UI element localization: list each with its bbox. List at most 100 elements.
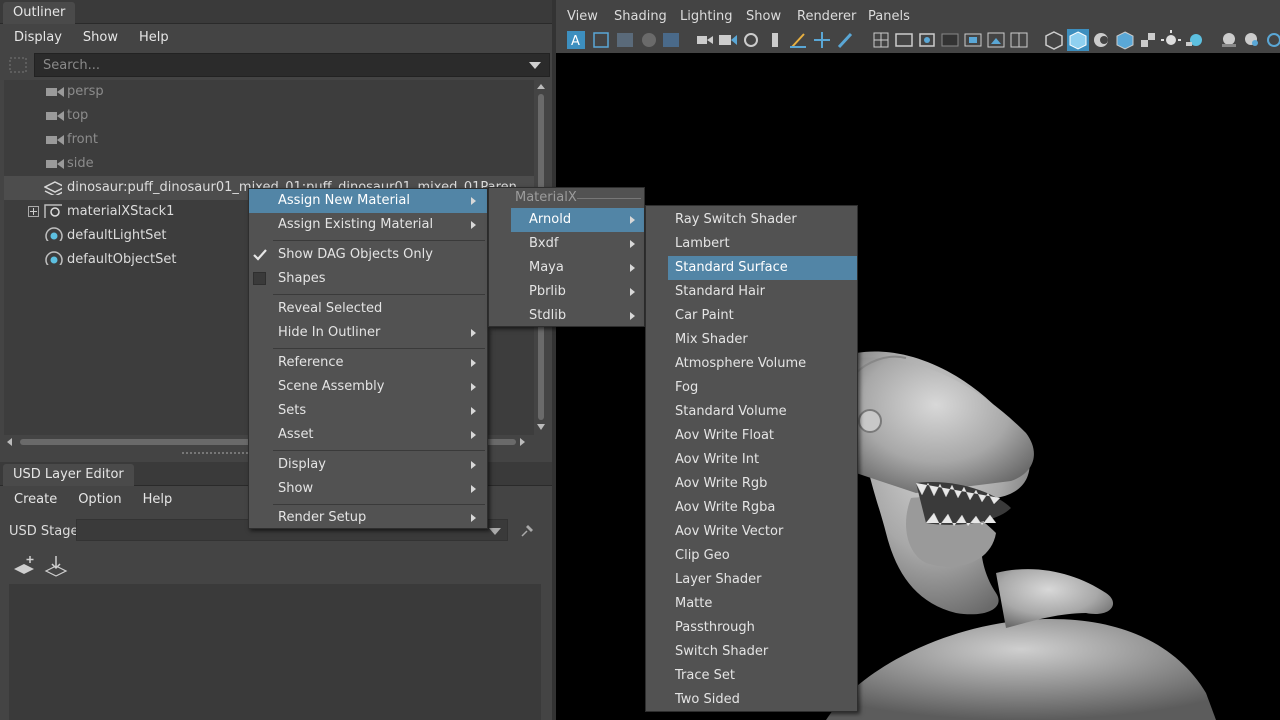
move-tool-icon[interactable] — [814, 32, 830, 48]
menu-item-fog[interactable]: Fog — [668, 376, 857, 400]
grid-toggle-icon[interactable] — [617, 33, 633, 47]
menu-item-two-sided[interactable]: Two Sided — [668, 688, 857, 712]
menu-item-arnold[interactable]: Arnold — [511, 208, 644, 232]
usd-tab[interactable]: USD Layer Editor — [3, 464, 134, 486]
grid-icon[interactable] — [873, 32, 889, 48]
isolate-icon[interactable] — [1267, 33, 1280, 47]
menu-item-shapes[interactable]: Shapes — [249, 267, 487, 291]
menu-item-standard-hair[interactable]: Standard Hair — [668, 280, 857, 304]
menu-item-car-paint[interactable]: Car Paint — [668, 304, 857, 328]
menu-item-trace-set[interactable]: Trace Set — [668, 664, 857, 688]
menu-item-hide-in-outliner[interactable]: Hide In Outliner — [249, 321, 487, 345]
menu-item-passthrough[interactable]: Passthrough — [668, 616, 857, 640]
xray-joints-icon[interactable] — [1245, 33, 1258, 46]
select-camera-icon[interactable]: A — [567, 31, 585, 49]
camera-attrs-icon[interactable] — [719, 35, 737, 45]
safe-action-icon[interactable] — [987, 32, 1005, 48]
tree-item-persp[interactable]: persp — [4, 80, 534, 104]
load-layer-icon[interactable] — [44, 554, 70, 578]
resolution-gate-icon[interactable] — [919, 33, 935, 47]
viewport-menu-lighting[interactable]: Lighting — [680, 9, 733, 24]
menu-item-show-dag-objects-only[interactable]: Show DAG Objects Only — [249, 243, 487, 267]
xray-icon[interactable] — [1222, 33, 1236, 47]
menu-item-pbrlib[interactable]: Pbrlib — [511, 280, 644, 304]
menu-item-scene-assembly[interactable]: Scene Assembly — [249, 375, 487, 399]
submenu-arrow-icon — [471, 461, 476, 469]
default-material-icon[interactable] — [1094, 33, 1108, 47]
menu-item-mix-shader[interactable]: Mix Shader — [668, 328, 857, 352]
menu-item-bxdf[interactable]: Bxdf — [511, 232, 644, 256]
menu-item-sets[interactable]: Sets — [249, 399, 487, 423]
chevron-down-icon[interactable] — [488, 526, 502, 536]
viewport-menu-show[interactable]: Show — [746, 9, 781, 24]
add-layer-icon[interactable] — [12, 554, 38, 578]
menu-item-aov-write-rgb[interactable]: Aov Write Rgb — [668, 472, 857, 496]
usd-menu-help[interactable]: Help — [143, 492, 173, 507]
camera-lock-icon[interactable] — [744, 33, 758, 47]
pin-icon[interactable] — [519, 523, 535, 539]
menu-item-aov-write-rgba[interactable]: Aov Write Rgba — [668, 496, 857, 520]
film-gate-icon[interactable] — [895, 33, 913, 47]
menu-item-maya[interactable]: Maya — [511, 256, 644, 280]
textured-icon[interactable] — [1116, 31, 1134, 50]
tree-item-top[interactable]: top — [4, 104, 534, 128]
menu-item-atmosphere-volume[interactable]: Atmosphere Volume — [668, 352, 857, 376]
menu-item-standard-surface[interactable]: Standard Surface — [668, 256, 857, 280]
tree-item-side[interactable]: side — [4, 152, 534, 176]
menu-item-ray-switch-shader[interactable]: Ray Switch Shader — [668, 208, 857, 232]
menu-item-switch-shader[interactable]: Switch Shader — [668, 640, 857, 664]
menu-item-layer-shader[interactable]: Layer Shader — [668, 568, 857, 592]
outliner-menu-display[interactable]: Display — [14, 30, 62, 45]
shadows-icon[interactable] — [1186, 34, 1202, 46]
menu-item-reference[interactable]: Reference — [249, 351, 487, 375]
menu-item-render-setup[interactable]: Render Setup — [249, 506, 487, 530]
expand-icon[interactable] — [28, 206, 39, 217]
usd-menu-option[interactable]: Option — [78, 492, 121, 507]
brush-icon[interactable] — [837, 32, 853, 49]
menu-item-aov-write-vector[interactable]: Aov Write Vector — [668, 520, 857, 544]
tree-item-front[interactable]: front — [4, 128, 534, 152]
menu-item-assign-new-material[interactable]: Assign New Material — [249, 189, 487, 213]
usd-menu-create[interactable]: Create — [14, 492, 57, 507]
viewport-menu-shading[interactable]: Shading — [614, 9, 667, 24]
menu-item-standard-volume[interactable]: Standard Volume — [668, 400, 857, 424]
menu-item-clip-geo[interactable]: Clip Geo — [668, 544, 857, 568]
bookmark-icon[interactable] — [663, 33, 679, 47]
menu-item-lambert[interactable]: Lambert — [668, 232, 857, 256]
outliner-menu-help[interactable]: Help — [139, 30, 169, 45]
menu-item-label: Maya — [529, 260, 564, 275]
menu-item-show[interactable]: Show — [249, 477, 487, 501]
measure-icon[interactable] — [790, 33, 806, 48]
menu-item-assign-existing-material[interactable]: Assign Existing Material — [249, 213, 487, 237]
menu-item-aov-write-float[interactable]: Aov Write Float — [668, 424, 857, 448]
menu-item-aov-write-int[interactable]: Aov Write Int — [668, 448, 857, 472]
outliner-menu-show[interactable]: Show — [83, 30, 118, 45]
menu-item-stdlib[interactable]: Stdlib — [511, 304, 644, 328]
bookmark-flag-icon[interactable] — [772, 33, 778, 47]
smooth-shade-icon[interactable] — [1067, 29, 1089, 51]
menu-item-asset[interactable]: Asset — [249, 423, 487, 447]
wireframe-cube-icon[interactable] — [1045, 31, 1063, 50]
menu-item-matte[interactable]: Matte — [668, 592, 857, 616]
camera-tool-icon[interactable] — [697, 36, 713, 44]
viewport-menu-view[interactable]: View — [567, 9, 598, 24]
lights-icon[interactable] — [1161, 30, 1181, 45]
outliner-search-input[interactable]: Search... — [34, 53, 550, 77]
viewport-menu-renderer[interactable]: Renderer — [797, 9, 856, 24]
submenu-arrow-icon — [471, 197, 476, 205]
outliner-tab[interactable]: Outliner — [3, 2, 76, 24]
search-dropdown-icon[interactable] — [528, 60, 542, 70]
filter-icon[interactable] — [8, 56, 28, 74]
frame-icon[interactable] — [593, 32, 609, 48]
wireframe-icon[interactable] — [642, 33, 656, 47]
viewport-menu-panels[interactable]: Panels — [868, 9, 910, 24]
checker-icon[interactable] — [1141, 33, 1155, 47]
menu-item-reveal-selected[interactable]: Reveal Selected — [249, 297, 487, 321]
usd-layer-list[interactable] — [9, 584, 541, 720]
menu-item-display[interactable]: Display — [249, 453, 487, 477]
safe-title-icon[interactable] — [1010, 32, 1028, 48]
menu-item-label: Aov Write Vector — [675, 524, 784, 539]
field-chart-icon[interactable] — [964, 33, 982, 47]
gate-mask-icon[interactable] — [941, 33, 959, 47]
panel-splitter[interactable] — [182, 452, 252, 454]
